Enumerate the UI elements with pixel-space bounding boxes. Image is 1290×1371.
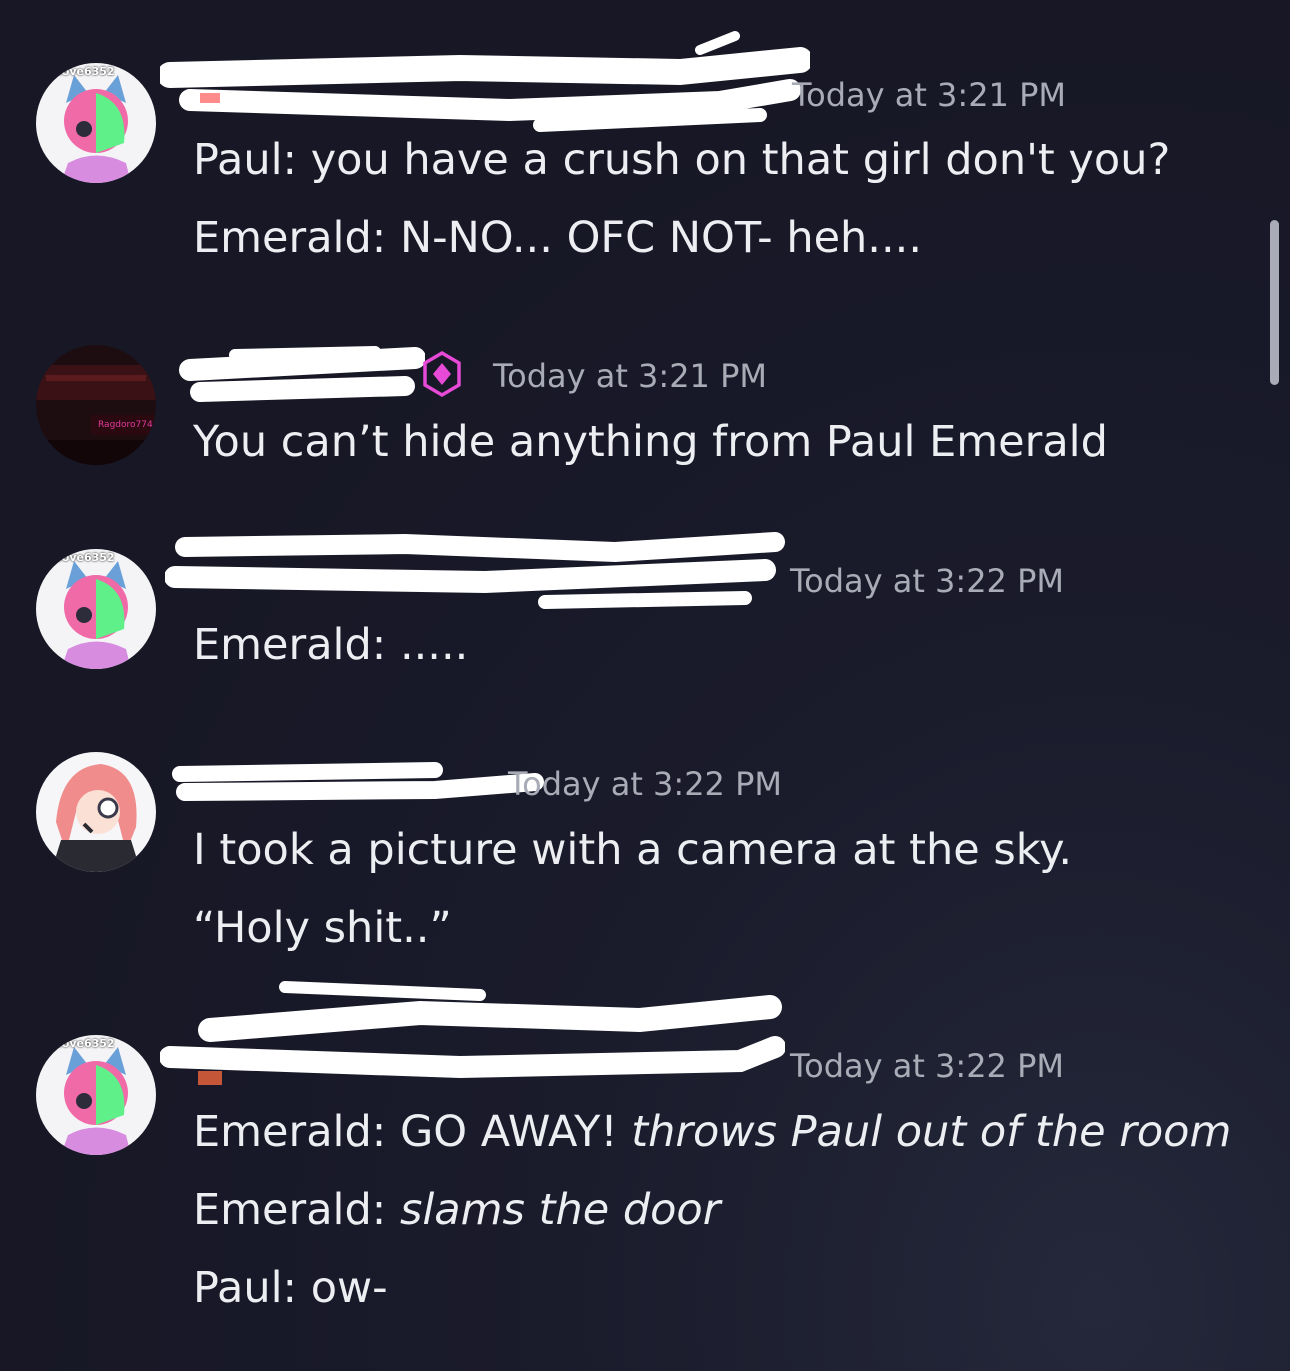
redacted-username-scribble [172,762,544,801]
message-text-prefix: Emerald: GO AWAY! [193,1107,632,1157]
emerald-avatar-icon [36,549,156,669]
message-text-prefix: Emerald: [193,1185,400,1235]
message-timestamp: Today at 3:22 PM [790,1047,1064,1085]
avatar-badge: iove6352 [58,65,115,78]
message-text: Emerald: slams the door [193,1185,720,1235]
pink-hair-avatar-icon [36,752,156,872]
message-text: “Holy shit..” [193,903,452,953]
message-text: Paul: ow- [193,1263,388,1313]
message-timestamp: Today at 3:22 PM [508,765,782,803]
avatar-badge: iove6352 [58,551,115,564]
chat-message-list[interactable]: iove6352 Today at 3:21 PM Paul: you have… [0,0,1290,1371]
emerald-avatar-icon [36,63,156,183]
message-text: I took a picture with a camera at the sk… [193,825,1073,875]
message-timestamp: Today at 3:22 PM [790,562,1064,600]
user-avatar[interactable]: Ragdoro774 [36,345,156,465]
emerald-avatar-icon [36,1035,156,1155]
message-timestamp: Today at 3:21 PM [792,76,1066,114]
message-text: Paul: you have a crush on that girl don'… [193,135,1171,185]
message-text: You can’t hide anything from Paul Emeral… [193,417,1108,467]
avatar-badge: Ragdoro774 [98,420,153,430]
avatar-badge: iove6352 [58,1037,115,1050]
redacted-username-scribble [160,981,785,1085]
user-avatar[interactable]: iove6352 [36,63,156,183]
user-avatar[interactable] [36,752,156,872]
redacted-username-scribble [165,532,785,609]
dark-room-avatar-icon [36,345,156,465]
redacted-username-scribble [160,31,810,132]
message-text: Emerald: GO AWAY! throws Paul out of the… [193,1107,1231,1157]
message-text: Emerald: ..... [193,620,469,670]
user-avatar[interactable]: iove6352 [36,549,156,669]
message-timestamp: Today at 3:21 PM [493,357,767,395]
hexagon-badge-icon[interactable] [421,350,463,398]
scrollbar-thumb[interactable] [1270,220,1279,385]
message-text: Emerald: N-NO... OFC NOT- heh.... [193,213,922,263]
user-avatar[interactable]: iove6352 [36,1035,156,1155]
redacted-username-scribble [179,346,425,402]
message-action-text: throws Paul out of the room [631,1107,1232,1157]
message-action-text: slams the door [399,1185,721,1235]
